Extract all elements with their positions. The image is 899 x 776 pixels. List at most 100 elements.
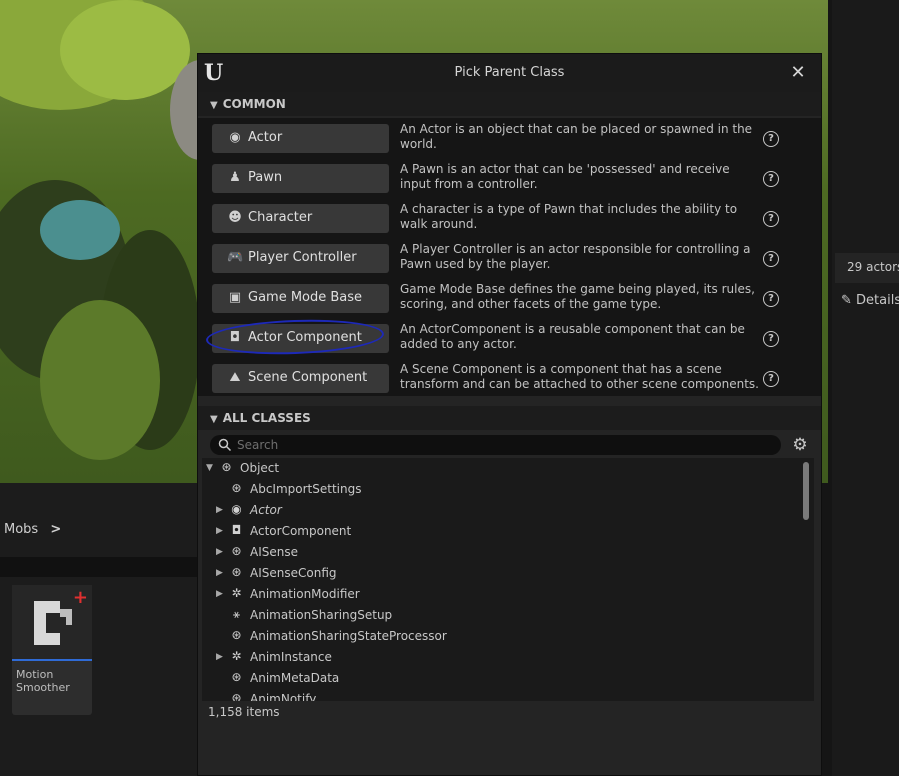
help-icon[interactable]: ? xyxy=(763,251,779,267)
actors-count-label: 29 actors xyxy=(835,253,899,283)
expand-right-icon[interactable]: ▶ xyxy=(216,547,226,557)
search-icon xyxy=(218,438,232,452)
class-button[interactable]: ⛰ Scene Component xyxy=(212,364,389,393)
expand-right-icon[interactable]: ▶ xyxy=(216,589,226,599)
dialog-titlebar[interactable]: U Pick Parent Class ✕ xyxy=(198,54,821,92)
help-icon[interactable]: ? xyxy=(763,171,779,187)
actor-component-icon: ◘ xyxy=(231,523,242,537)
expand-down-icon[interactable]: ▼ xyxy=(206,463,216,473)
close-button[interactable]: ✕ xyxy=(787,62,809,84)
help-icon[interactable]: ? xyxy=(763,291,779,307)
search-placeholder: Search xyxy=(237,438,279,452)
collapse-triangle-icon: ▼ xyxy=(210,414,218,425)
gamepad-icon: 🎮 xyxy=(227,250,244,265)
tree-row[interactable]: ▼ ⊛ Object xyxy=(202,458,792,479)
class-button-label: Game Mode Base xyxy=(248,290,363,305)
character-icon: ☻ xyxy=(228,210,242,225)
skeleton-icon: ⚹ xyxy=(232,607,241,621)
pick-parent-class-dialog: U Pick Parent Class ✕ ▼ COMMON ◉ Actor An A… xyxy=(197,53,822,776)
object-icon: ⊛ xyxy=(231,544,242,558)
animation-icon: ✲ xyxy=(231,586,242,600)
breadcrumb[interactable]: Mobs > xyxy=(0,517,197,545)
expand-right-icon[interactable]: ▶ xyxy=(216,505,226,515)
class-button-label: Player Controller xyxy=(248,250,357,265)
class-button[interactable]: ◉ Actor xyxy=(212,124,389,153)
outliner-panel xyxy=(832,0,899,776)
tree-row-label: Object xyxy=(240,461,280,475)
grass-decoration xyxy=(40,300,160,460)
help-icon[interactable]: ? xyxy=(763,331,779,347)
tree-row[interactable]: ▶ ◉ Actor xyxy=(202,500,792,521)
class-button-label: Character xyxy=(248,210,313,225)
object-icon: ⊛ xyxy=(221,460,232,474)
foliage-decoration xyxy=(60,0,190,100)
actor-icon: ◉ xyxy=(229,130,241,145)
tree-row[interactable]: ⊛ AnimNotify xyxy=(202,689,792,701)
class-description: Game Mode Base defines the game being pl… xyxy=(400,282,755,311)
asset-name: Motion Smoother xyxy=(16,668,70,694)
add-icon: + xyxy=(72,587,88,608)
common-header-label: COMMON xyxy=(222,97,286,111)
class-button-label: Scene Component xyxy=(248,370,368,385)
tree-row[interactable]: ▶ ◘ ActorComponent xyxy=(202,521,792,542)
breadcrumb-mobs[interactable]: Mobs xyxy=(4,522,38,537)
all-classes-section-header[interactable]: ▼ ALL CLASSES xyxy=(198,406,821,430)
expand-right-icon[interactable]: ▶ xyxy=(216,568,226,578)
object-icon: ⊛ xyxy=(231,691,242,701)
class-button[interactable]: ▣ Game Mode Base xyxy=(212,284,389,313)
scrollbar-thumb[interactable] xyxy=(803,462,809,520)
help-icon[interactable]: ? xyxy=(763,371,779,387)
tree-row[interactable]: ▶ ⊛ AISenseConfig xyxy=(202,563,792,584)
tree-row[interactable]: ⊛ AbcImportSettings xyxy=(202,479,792,500)
tree-row-label: AnimInstance xyxy=(250,650,332,664)
class-row: ☻ Character A character is a type of Pawn … xyxy=(198,200,821,240)
common-section-header[interactable]: ▼ COMMON xyxy=(198,92,821,116)
details-tab[interactable]: ✎ Details xyxy=(835,289,899,313)
collapse-triangle-icon: ▼ xyxy=(210,100,218,111)
scene-component-icon: ⛰ xyxy=(229,370,241,385)
asset-tile[interactable]: + Motion Smoother xyxy=(12,585,92,715)
class-description: A Scene Component is a component that ha… xyxy=(400,362,759,391)
mushroom-decoration xyxy=(40,200,120,260)
class-row: ▣ Game Mode Base Game Mode Base defines th… xyxy=(198,280,821,320)
expand-right-icon[interactable]: ▶ xyxy=(216,526,226,536)
scrollbar[interactable] xyxy=(803,460,809,700)
pawn-icon: ♟ xyxy=(229,170,241,185)
class-button-label: Pawn xyxy=(248,170,283,185)
object-icon: ⊛ xyxy=(231,481,242,495)
class-row: ♟ Pawn A Pawn is an actor that can be 'pos… xyxy=(198,160,821,200)
tree-row-label: AnimationModifier xyxy=(250,587,360,601)
details-tab-label: Details xyxy=(856,293,899,308)
item-count: 1,158 items xyxy=(208,705,280,719)
tree-row-label: AnimNotify xyxy=(250,692,317,701)
help-icon[interactable]: ? xyxy=(763,211,779,227)
class-button[interactable]: ♟ Pawn xyxy=(212,164,389,193)
expand-right-icon[interactable]: ▶ xyxy=(216,652,226,662)
tree-row-label: Actor xyxy=(250,503,282,517)
tree-row[interactable]: ▶ ✲ AnimationModifier xyxy=(202,584,792,605)
tree-row-label: AbcImportSettings xyxy=(250,482,362,496)
tree-row[interactable]: ⊛ AnimationSharingStateProcessor xyxy=(202,626,792,647)
tree-row-label: AnimationSharingSetup xyxy=(250,608,393,622)
content-browser-filter-bar xyxy=(0,557,197,577)
search-input[interactable]: Search xyxy=(210,435,781,455)
tree-row-label: AISenseConfig xyxy=(250,566,337,580)
gear-icon[interactable]: ⚙ xyxy=(790,435,810,455)
class-row: ◉ Actor An Actor is an object that can be … xyxy=(198,120,821,160)
tree-row[interactable]: ▶ ⊛ AISense xyxy=(202,542,792,563)
all-classes-header-label: ALL CLASSES xyxy=(222,411,311,425)
tree-row[interactable]: ▶ ✲ AnimInstance xyxy=(202,647,792,668)
pencil-icon: ✎ xyxy=(841,293,857,308)
tree-row-label: AnimMetaData xyxy=(250,671,340,685)
tree-row[interactable]: ⊛ AnimMetaData xyxy=(202,668,792,689)
class-description: An Actor is an object that can be placed… xyxy=(400,122,753,151)
class-button[interactable]: 🎮 Player Controller xyxy=(212,244,389,273)
class-button[interactable]: ☻ Character xyxy=(212,204,389,233)
tree-row[interactable]: ⚹ AnimationSharingSetup xyxy=(202,605,792,626)
actor-icon: ◉ xyxy=(231,502,242,516)
class-description: A Player Controller is an actor responsi… xyxy=(400,242,751,271)
help-icon[interactable]: ? xyxy=(763,131,779,147)
class-tree[interactable]: ⊛ AnimNotify ⊛ AnimMetaData ▶ ✲ AnimInstance ⊛ A… xyxy=(202,458,814,701)
tree-row-label: AISense xyxy=(250,545,298,559)
class-button-label: Actor xyxy=(248,130,283,145)
